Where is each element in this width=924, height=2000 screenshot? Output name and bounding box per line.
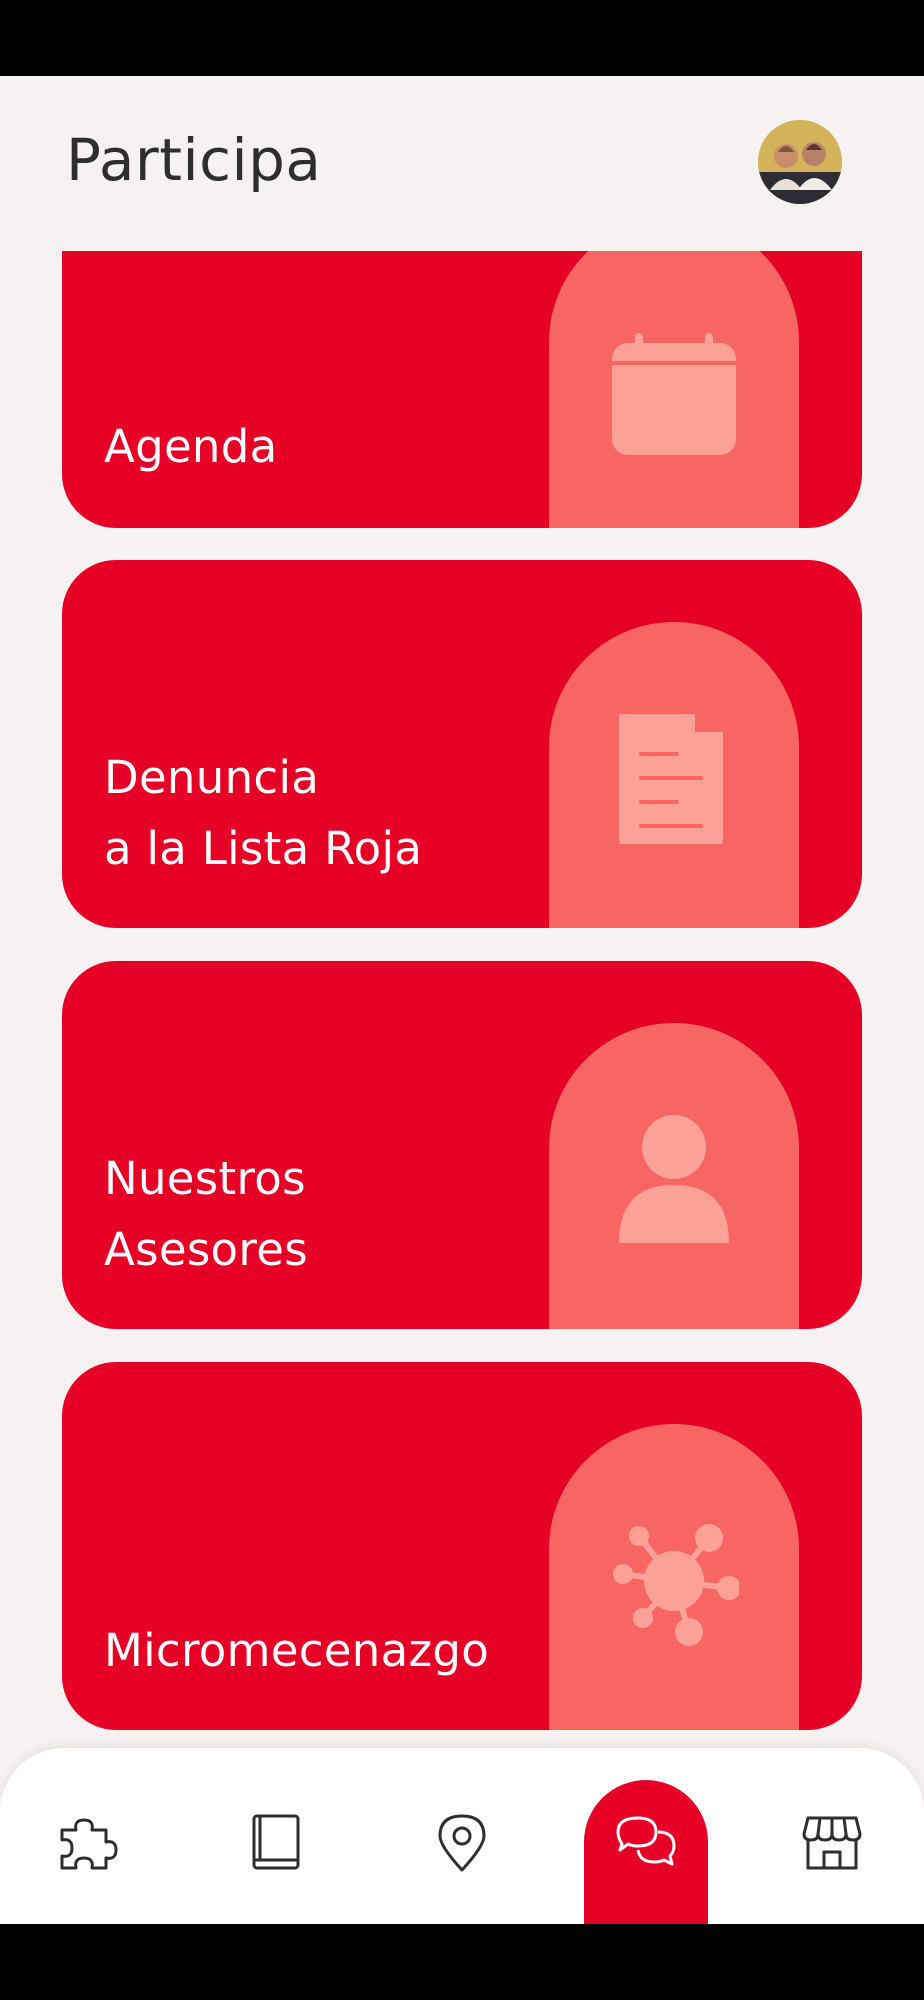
- puzzle-icon: [60, 1818, 118, 1870]
- person-icon: [619, 1115, 729, 1243]
- calendar-icon: [612, 333, 736, 455]
- nav-item-puzzle[interactable]: [26, 1748, 150, 1924]
- nav-item-chat[interactable]: [584, 1780, 708, 1924]
- chat-bubbles-icon: [616, 1816, 676, 1866]
- nav-item-store[interactable]: [770, 1748, 894, 1924]
- network-icon: [613, 1524, 739, 1646]
- system-navigation-bar: [0, 1924, 924, 2000]
- app-screen: Participa Agenda Denuncia a la Lista Roj…: [0, 76, 924, 1924]
- card-label: Agenda: [104, 420, 278, 473]
- card-label: Micromecenazgo: [104, 1624, 490, 1677]
- nav-item-book[interactable]: [214, 1748, 338, 1924]
- location-pin-icon: [438, 1814, 486, 1872]
- bottom-navigation: [0, 1748, 924, 1924]
- card-micromecenazgo[interactable]: Micromecenazgo: [62, 1362, 862, 1730]
- page-title: Participa: [66, 126, 322, 194]
- nav-item-location[interactable]: [400, 1748, 524, 1924]
- card-label: Nuestros Asesores: [104, 1152, 308, 1276]
- card-label: Denuncia a la Lista Roja: [104, 751, 423, 875]
- card-agenda[interactable]: Agenda: [62, 251, 862, 528]
- status-bar: [0, 0, 924, 76]
- avatar[interactable]: [758, 120, 842, 204]
- store-icon: [802, 1816, 862, 1870]
- card-nuestros-asesores[interactable]: Nuestros Asesores: [62, 961, 862, 1329]
- document-icon: [619, 714, 723, 844]
- book-icon: [252, 1814, 300, 1870]
- card-denuncia-lista-roja[interactable]: Denuncia a la Lista Roja: [62, 560, 862, 928]
